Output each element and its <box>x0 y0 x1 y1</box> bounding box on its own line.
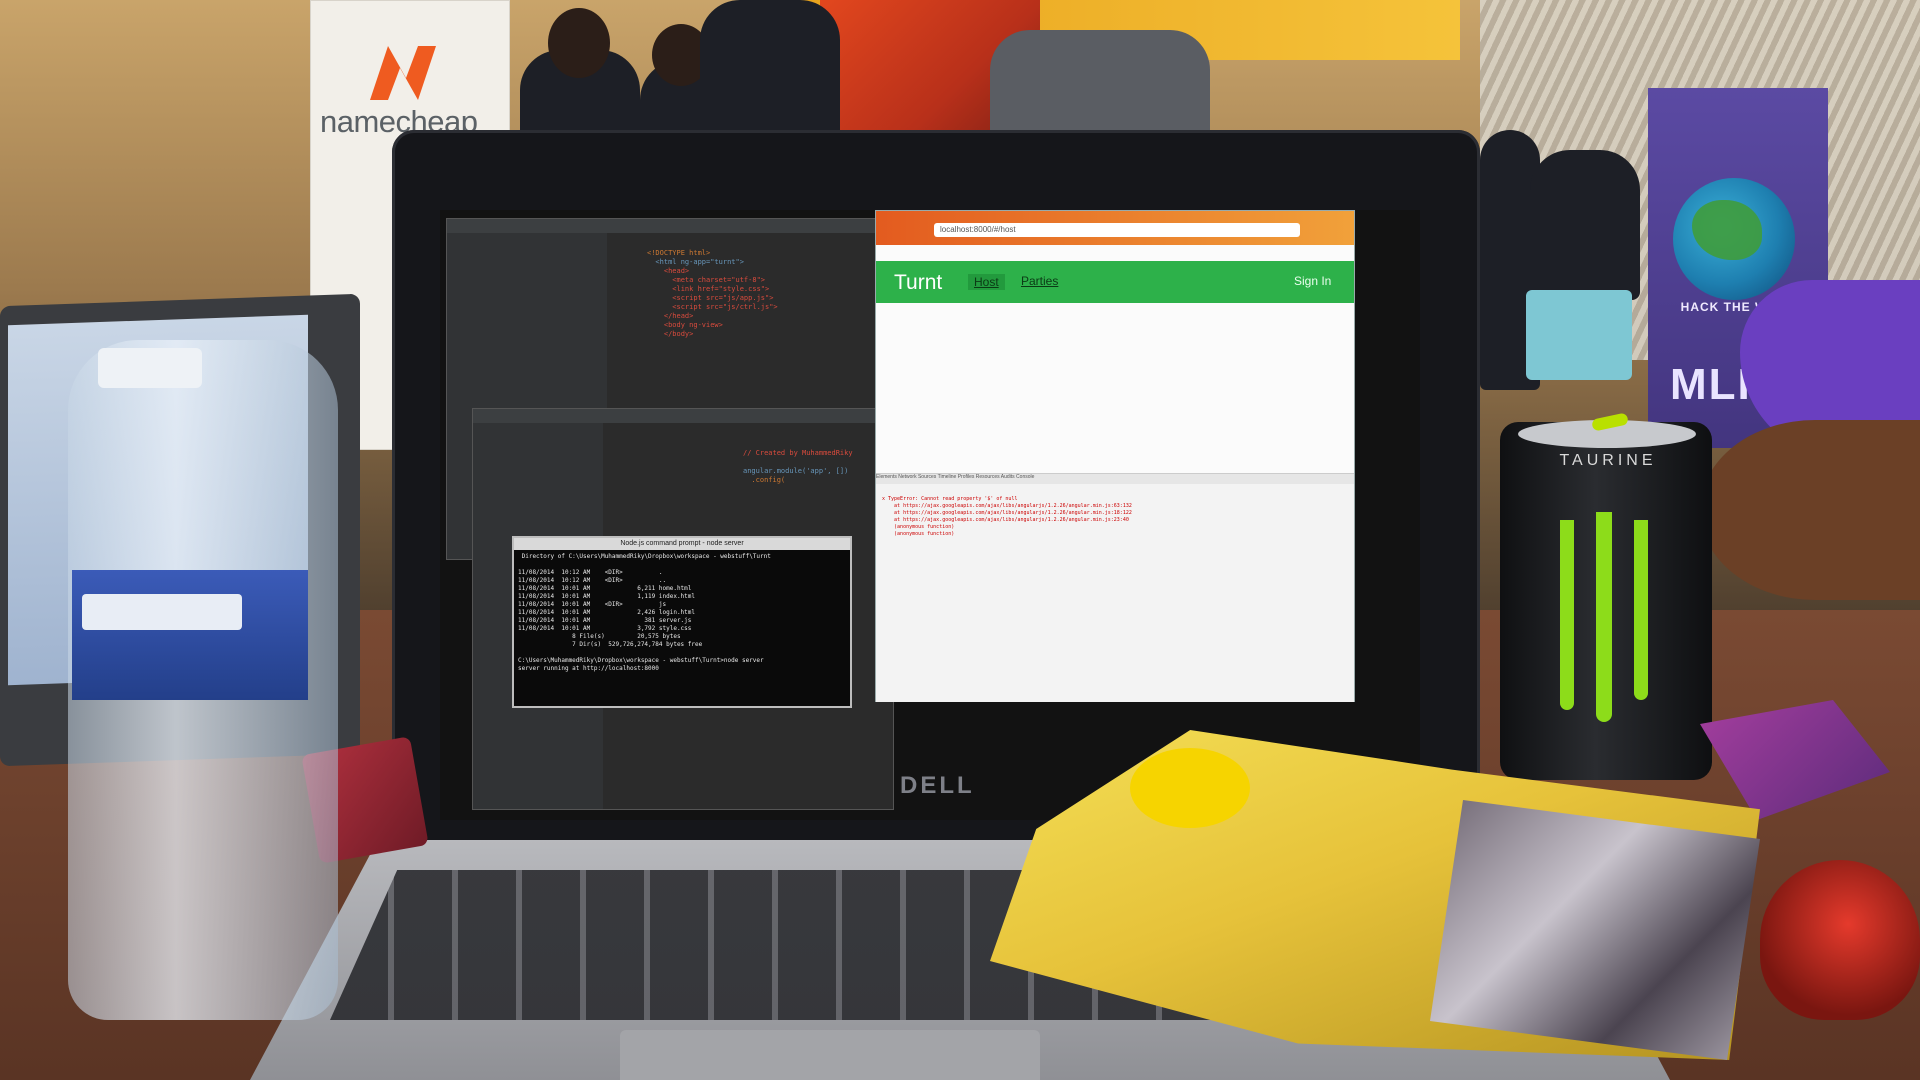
can-label-text: TAURINE <box>1559 452 1657 469</box>
terminal-line: 11/08/2014 10:01 AM 6,211 home.html <box>518 585 692 592</box>
terminal-line: 11/08/2014 10:01 AM 3,792 style.css <box>518 625 692 632</box>
terminal-line: 11/08/2014 10:01 AM <DIR> js <box>518 601 667 608</box>
dell-logo: DELL <box>900 772 975 799</box>
terminal-line: 11/08/2014 10:01 AM 1,119 index.html <box>518 593 696 600</box>
chips-bag-flower-graphic <box>1130 748 1250 828</box>
background-person-head <box>548 8 610 78</box>
sign-in-link[interactable]: Sign In <box>1294 274 1331 288</box>
background-person-black-shirt <box>1530 150 1640 300</box>
monster-claw-icon <box>1596 512 1612 722</box>
terminal-line: 11/08/2014 10:01 AM 2,426 login.html <box>518 609 696 616</box>
devtools-panel[interactable]: Elements Network Sources Timeline Profil… <box>876 473 1354 702</box>
nav-link-parties[interactable]: Parties <box>1021 274 1058 288</box>
node-command-prompt-window[interactable]: Node.js command prompt - node server Dir… <box>512 536 852 708</box>
ide-titlebar[interactable] <box>473 409 893 423</box>
monster-claw-icon <box>1560 520 1574 710</box>
chips-bag-foil-interior <box>1430 800 1760 1060</box>
terminal-output[interactable]: Directory of C:\Users\MuhammedRiky\Dropb… <box>514 550 850 676</box>
ide-code-editor[interactable]: // Created by MuhammedRiky angular.modul… <box>743 449 853 485</box>
terminal-line: server running at http://localhost:8000 <box>518 665 659 672</box>
terminal-titlebar[interactable]: Node.js command prompt - node server <box>514 538 850 550</box>
app-brand[interactable]: Turnt <box>894 271 942 295</box>
terminal-line: 11/08/2014 10:01 AM 381 server.js <box>518 617 692 624</box>
namecheap-logo-icon <box>370 46 436 100</box>
terminal-line: 11/08/2014 10:12 AM <DIR> .. <box>518 577 667 584</box>
address-bar[interactable]: localhost:8000/#/host <box>934 223 1300 237</box>
chrome-browser-window[interactable]: localhost:8000/#/host Turnt Host Parties… <box>875 210 1355 702</box>
laptop-trackpad[interactable] <box>620 1030 1040 1080</box>
nav-link-host[interactable]: Host <box>968 274 1005 290</box>
person-arm <box>1700 420 1920 600</box>
browser-toolbar: localhost:8000/#/host <box>876 211 1354 245</box>
terminal-line: 7 Dir(s) 529,726,274,784 bytes free <box>518 641 703 648</box>
devtools-tabs[interactable]: Elements Network Sources Timeline Profil… <box>876 474 1354 484</box>
computer-mouse <box>1760 860 1920 1020</box>
terminal-line: 8 File(s) 20,575 bytes <box>518 633 681 640</box>
terminal-line: 11/08/2014 10:12 AM <DIR> . <box>518 569 663 576</box>
water-bottle-cap <box>98 348 202 388</box>
background-person-shorts <box>1526 290 1632 380</box>
water-bottle-label <box>72 570 308 700</box>
console-error-log: x TypeError: Cannot read property '$' of… <box>882 496 1132 537</box>
water-bottle-label-sticker <box>82 594 242 630</box>
ide-code-editor[interactable]: <!DOCTYPE html> <html ng-app="turnt"> <h… <box>647 249 778 339</box>
monster-claw-icon <box>1634 520 1648 700</box>
terminal-line: C:\Users\MuhammedRiky\Dropbox\workspace … <box>518 657 764 664</box>
terminal-line: Directory of C:\Users\MuhammedRiky\Dropb… <box>518 553 771 560</box>
app-navbar: Turnt Host Parties Sign In <box>876 261 1354 303</box>
